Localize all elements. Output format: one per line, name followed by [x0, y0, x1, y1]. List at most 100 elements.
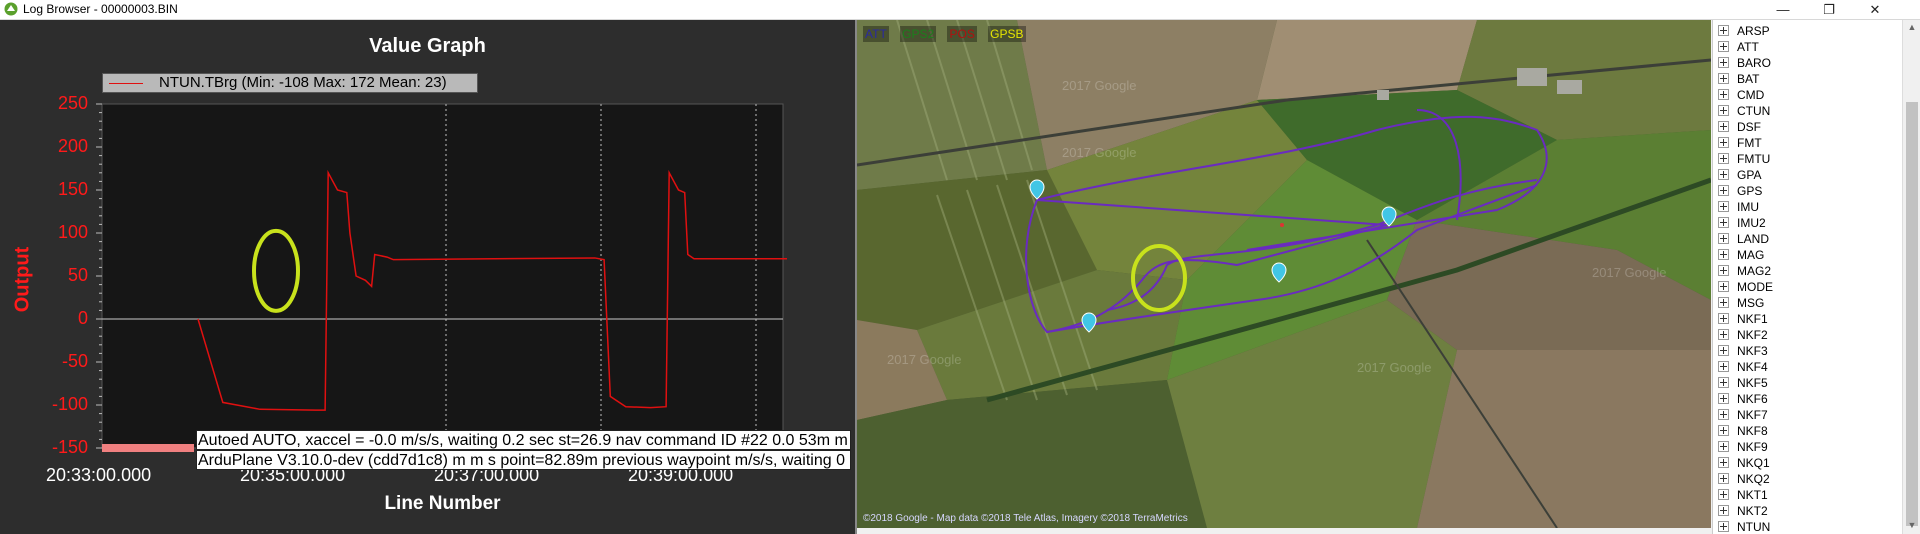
close-button[interactable]: ✕ — [1852, 0, 1898, 19]
tree-item[interactable]: NKF8 — [1718, 423, 1768, 439]
satellite-map[interactable] — [857, 20, 1711, 528]
tree-item-label: NKQ1 — [1737, 456, 1770, 470]
scroll-down-icon[interactable]: ▼ — [1906, 520, 1918, 530]
expand-plus-icon[interactable] — [1718, 73, 1729, 84]
expand-plus-icon[interactable] — [1718, 41, 1729, 52]
tree-item-label: LAND — [1737, 232, 1770, 246]
tree-item[interactable]: NKT2 — [1718, 503, 1768, 519]
graph-title: Value Graph — [369, 35, 486, 57]
expand-plus-icon[interactable] — [1718, 489, 1729, 500]
tree-item[interactable]: NKF9 — [1718, 439, 1768, 455]
tree-item[interactable]: IMU2 — [1718, 215, 1766, 231]
tree-item[interactable]: NKT1 — [1718, 487, 1768, 503]
tree-item-label: NKF4 — [1737, 360, 1768, 374]
expand-plus-icon[interactable] — [1718, 265, 1729, 276]
expand-plus-icon[interactable] — [1718, 329, 1729, 340]
tree-item[interactable]: CMD — [1718, 87, 1764, 103]
tree-item[interactable]: FMT — [1718, 135, 1762, 151]
scrollbar-thumb[interactable] — [1906, 102, 1918, 526]
tree-item[interactable]: MAG2 — [1718, 263, 1771, 279]
expand-plus-icon[interactable] — [1718, 105, 1729, 116]
expand-plus-icon[interactable] — [1718, 393, 1729, 404]
tree-item-label: CTUN — [1737, 104, 1771, 118]
tree-item-label: GPA — [1737, 168, 1762, 182]
log-message-tree[interactable]: ARSP ATT BARO BAT CMD CTUN DSF FMT FMTU GPA GPS IMU… — [1712, 20, 1903, 534]
expand-plus-icon[interactable] — [1718, 505, 1729, 516]
tree-item[interactable]: MODE — [1718, 279, 1773, 295]
app-logo-icon — [4, 2, 18, 16]
expand-plus-icon[interactable] — [1718, 233, 1729, 244]
tree-item-label: NKF8 — [1737, 424, 1768, 438]
expand-plus-icon[interactable] — [1718, 457, 1729, 468]
expand-plus-icon[interactable] — [1718, 345, 1729, 356]
expand-plus-icon[interactable] — [1718, 89, 1729, 100]
tree-item[interactable]: GPA — [1718, 167, 1761, 183]
tree-item-label: BARO — [1737, 56, 1772, 70]
y-tick-label: -50 — [61, 351, 88, 371]
graph-scrollbar[interactable] — [102, 444, 194, 452]
map-watermark: 2017 Google — [1062, 78, 1137, 93]
tree-item-label: MSG — [1737, 296, 1765, 310]
tree-item-label: GPS — [1737, 184, 1763, 198]
expand-plus-icon[interactable] — [1718, 25, 1729, 36]
tree-item[interactable]: CTUN — [1718, 103, 1770, 119]
tree-item-label: CMD — [1737, 88, 1765, 102]
tree-item[interactable]: LAND — [1718, 231, 1769, 247]
tree-item[interactable]: NKF2 — [1718, 327, 1768, 343]
expand-plus-icon[interactable] — [1718, 153, 1729, 164]
scroll-up-icon[interactable]: ▲ — [1906, 22, 1918, 32]
tree-item-label: BAT — [1737, 72, 1760, 86]
map-watermark: 2017 Google — [1592, 265, 1667, 280]
expand-plus-icon[interactable] — [1718, 217, 1729, 228]
expand-plus-icon[interactable] — [1718, 441, 1729, 452]
expand-plus-icon[interactable] — [1718, 409, 1729, 420]
value-graph-panel[interactable]: Value Graph NTUN.TBrg (Min: -108 Max: 17… — [0, 20, 857, 534]
expand-plus-icon[interactable] — [1718, 377, 1729, 388]
tree-item-label: DSF — [1737, 120, 1761, 134]
tree-item[interactable]: NKF5 — [1718, 375, 1768, 391]
minimize-button[interactable]: — — [1760, 0, 1806, 19]
expand-plus-icon[interactable] — [1718, 425, 1729, 436]
tree-item[interactable]: NTUN — [1718, 519, 1770, 534]
tree-item[interactable]: NKF1 — [1718, 311, 1768, 327]
tree-item[interactable]: NKF6 — [1718, 391, 1768, 407]
map-legend: ATT GPS2 POS GPSB — [863, 26, 1034, 42]
tree-item-label: MAG — [1737, 248, 1765, 262]
maximize-button[interactable]: ❐ — [1806, 0, 1852, 19]
plot-area — [101, 103, 784, 449]
tree-scrollbar[interactable]: ▲ ▼ — [1902, 20, 1920, 534]
tree-item[interactable]: GPS — [1718, 183, 1762, 199]
expand-plus-icon[interactable] — [1718, 57, 1729, 68]
expand-plus-icon[interactable] — [1718, 297, 1729, 308]
tree-item[interactable]: BAT — [1718, 71, 1759, 87]
tree-item[interactable]: ATT — [1718, 39, 1759, 55]
expand-plus-icon[interactable] — [1718, 361, 1729, 372]
tree-item[interactable]: NKF7 — [1718, 407, 1768, 423]
map-watermark: 2017 Google — [1062, 145, 1137, 160]
expand-plus-icon[interactable] — [1718, 281, 1729, 292]
expand-plus-icon[interactable] — [1718, 121, 1729, 132]
tree-item[interactable]: MAG — [1718, 247, 1764, 263]
tree-item[interactable]: NKQ2 — [1718, 471, 1770, 487]
legend-series-label: NTUN.TBrg (Min: -108 Max: 172 Mean: 23) — [159, 74, 447, 91]
expand-plus-icon[interactable] — [1718, 313, 1729, 324]
expand-plus-icon[interactable] — [1718, 201, 1729, 212]
tree-item[interactable]: BARO — [1718, 55, 1771, 71]
tree-item[interactable]: FMTU — [1718, 151, 1770, 167]
tree-item[interactable]: NKQ1 — [1718, 455, 1770, 471]
graph-legend: NTUN.TBrg (Min: -108 Max: 172 Mean: 23) — [102, 73, 478, 93]
tree-item[interactable]: DSF — [1718, 119, 1761, 135]
expand-plus-icon[interactable] — [1718, 521, 1729, 532]
map-panel[interactable]: 2017 Google 2017 Google 2017 Google 2017… — [857, 20, 1711, 528]
expand-plus-icon[interactable] — [1718, 185, 1729, 196]
tree-item[interactable]: ARSP — [1718, 23, 1770, 39]
y-tick-label: 100 — [57, 222, 88, 242]
expand-plus-icon[interactable] — [1718, 137, 1729, 148]
expand-plus-icon[interactable] — [1718, 169, 1729, 180]
tree-item[interactable]: NKF3 — [1718, 343, 1768, 359]
tree-item[interactable]: NKF4 — [1718, 359, 1768, 375]
expand-plus-icon[interactable] — [1718, 473, 1729, 484]
expand-plus-icon[interactable] — [1718, 249, 1729, 260]
tree-item[interactable]: IMU — [1718, 199, 1759, 215]
tree-item[interactable]: MSG — [1718, 295, 1764, 311]
